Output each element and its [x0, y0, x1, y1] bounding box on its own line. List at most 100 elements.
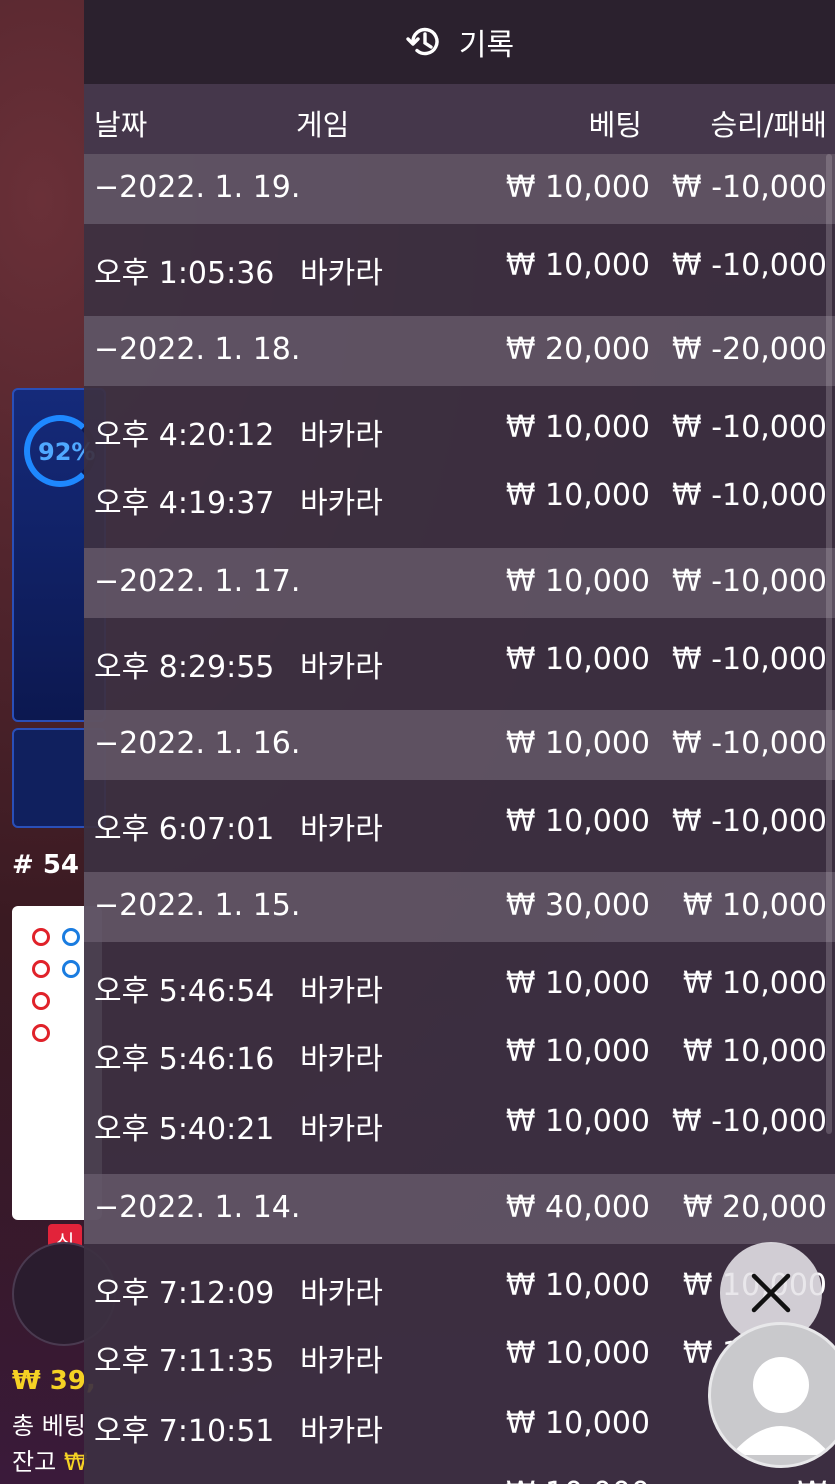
remaining-label: 잔고 ₩	[12, 1442, 88, 1477]
bet-amount: ₩ 10,000	[505, 248, 650, 283]
result-amount: ₩ 10,000	[682, 966, 827, 1001]
bet-amount: ₩ 10,000	[505, 966, 650, 1001]
result-amount: ₩ -10,000	[672, 1104, 827, 1139]
result-amount: ₩ -10,000	[672, 248, 827, 283]
game-label: 바카라	[300, 256, 383, 291]
column-date: 날짜	[94, 108, 148, 142]
history-row[interactable]: 오후 8:29:55 바카라 ₩ 10,000 ₩ -10,000	[84, 618, 835, 710]
time-label: 오후 1:05:36	[94, 256, 275, 291]
road-circle-red	[32, 1024, 50, 1042]
road-circle-red	[32, 960, 50, 978]
result-amount: ₩ -10,000	[672, 564, 827, 599]
history-row[interactable]: 오후 5:46:54 바카라 ₩ 10,000 ₩ 10,000	[84, 942, 835, 1022]
time-label: 오후 8:29:55	[94, 650, 275, 685]
time-label: 오후 7:12:09	[94, 1276, 275, 1311]
column-bet: 베팅	[588, 108, 642, 142]
road-circle-red	[32, 992, 50, 1010]
date-label: −2022. 1. 18.	[94, 332, 301, 367]
game-label: 바카라	[300, 1042, 383, 1077]
remaining-prefix: 잔고	[12, 1448, 57, 1476]
game-label: 바카라	[300, 486, 383, 521]
history-row[interactable]: 오후 7:10:14 바카라 ₩ 10,000 ₩	[84, 1464, 835, 1484]
history-row[interactable]: 오후 5:40:21 바카라 ₩ 10,000 ₩ -10,000	[84, 1092, 835, 1174]
bet-amount: ₩ 10,000	[506, 1476, 650, 1484]
date-group-row[interactable]: −2022. 1. 14. ₩ 40,000 ₩ 20,000	[84, 1174, 835, 1244]
column-result: 승리/패배	[710, 108, 828, 142]
time-label: 오후 4:20:12	[94, 418, 275, 453]
scrollbar[interactable]	[826, 154, 832, 1134]
bet-amount: ₩ 30,000	[505, 888, 650, 923]
time-label: 오후 4:19:37	[94, 486, 275, 521]
column-game: 게임	[296, 108, 350, 142]
result-amount: ₩ 10,000	[682, 888, 827, 923]
game-label: 바카라	[300, 974, 383, 1009]
history-row[interactable]: 오후 4:20:12 바카라 ₩ 10,000 ₩ -10,000	[84, 386, 835, 466]
date-label: −2022. 1. 16.	[94, 726, 301, 761]
result-amount: ₩	[797, 1476, 827, 1484]
time-label: 오후 5:46:54	[94, 974, 275, 1009]
result-amount: ₩ -10,000	[672, 170, 827, 205]
road-circle-blue	[62, 960, 80, 978]
result-amount: ₩ -10,000	[672, 478, 827, 513]
bet-amount: ₩ 10,000	[505, 1034, 650, 1069]
column-header: 날짜 게임 베팅 승리/패배	[84, 84, 835, 154]
date-group-row[interactable]: −2022. 1. 18. ₩ 20,000 ₩ -20,000	[84, 316, 835, 386]
panel-title: 기록	[458, 28, 515, 63]
road-circle-blue	[62, 928, 80, 946]
result-amount: ₩ -10,000	[672, 726, 827, 761]
result-amount: ₩ 20,000	[682, 1190, 827, 1225]
bet-amount: ₩ 40,000	[505, 1190, 650, 1225]
history-row[interactable]: 오후 1:05:36 바카라 ₩ 10,000 ₩ -10,000	[84, 224, 835, 316]
date-group-row[interactable]: −2022. 1. 17. ₩ 10,000 ₩ -10,000	[84, 548, 835, 618]
result-amount: ₩ -20,000	[672, 332, 827, 367]
panel-header: 기록	[84, 0, 835, 84]
result-amount: ₩ -10,000	[672, 410, 827, 445]
date-label: −2022. 1. 14.	[94, 1190, 301, 1225]
game-label: 바카라	[300, 650, 383, 685]
bet-amount: ₩ 10,000	[505, 1268, 650, 1303]
bet-amount: ₩ 10,000	[505, 564, 650, 599]
bet-amount: ₩ 10,000	[505, 170, 650, 205]
game-label: 바카라	[300, 812, 383, 847]
road-circle-red	[32, 928, 50, 946]
bet-amount: ₩ 10,000	[505, 1104, 650, 1139]
bet-amount: ₩ 10,000	[505, 478, 650, 513]
game-label: 바카라	[300, 1276, 383, 1311]
time-label: 오후 7:11:35	[94, 1344, 275, 1379]
person-icon	[731, 1357, 831, 1455]
total-bet-label: 총 베팅	[12, 1412, 86, 1440]
bet-amount: ₩ 20,000	[505, 332, 650, 367]
bet-amount: ₩ 10,000	[505, 1336, 650, 1371]
time-label: 오후 6:07:01	[94, 812, 275, 847]
time-label: 오후 5:40:21	[94, 1112, 275, 1147]
close-icon	[751, 1273, 791, 1313]
date-group-row[interactable]: −2022. 1. 19. ₩ 10,000 ₩ -10,000	[84, 154, 835, 224]
result-amount: ₩ -10,000	[672, 804, 827, 839]
game-label: 바카라	[300, 1112, 383, 1147]
time-label: 오후 7:10:14	[94, 1476, 274, 1484]
date-label: −2022. 1. 19.	[94, 170, 301, 205]
result-amount: ₩ 10,000	[682, 1034, 827, 1069]
history-row[interactable]: 오후 5:46:16 바카라 ₩ 10,000 ₩ 10,000	[84, 1022, 835, 1092]
game-label: 바카라	[300, 418, 383, 453]
bet-amount: ₩ 10,000	[505, 1406, 650, 1441]
date-group-row[interactable]: −2022. 1. 16. ₩ 10,000 ₩ -10,000	[84, 710, 835, 780]
history-icon	[406, 27, 439, 56]
round-label: # 54	[12, 850, 80, 880]
bet-amount: ₩ 10,000	[505, 642, 650, 677]
game-label: 바카라	[300, 1344, 383, 1379]
time-label: 오후 7:10:51	[94, 1414, 275, 1449]
game-label: 바카라	[300, 1476, 383, 1484]
bet-amount: ₩ 10,000	[505, 726, 650, 761]
time-label: 오후 5:46:16	[94, 1042, 275, 1077]
history-row[interactable]: 오후 4:19:37 바카라 ₩ 10,000 ₩ -10,000	[84, 466, 835, 548]
date-label: −2022. 1. 15.	[94, 888, 301, 923]
bet-amount: ₩ 10,000	[505, 410, 650, 445]
history-row[interactable]: 오후 6:07:01 바카라 ₩ 10,000 ₩ -10,000	[84, 780, 835, 872]
date-label: −2022. 1. 17.	[94, 564, 301, 599]
bet-amount: ₩ 10,000	[505, 804, 650, 839]
history-panel: 기록 날짜 게임 베팅 승리/패배 −2022. 1. 19. ₩ 10,000 ₩…	[84, 0, 835, 1484]
date-group-row[interactable]: −2022. 1. 15. ₩ 30,000 ₩ 10,000	[84, 872, 835, 942]
result-amount: ₩ -10,000	[672, 642, 827, 677]
game-label: 바카라	[300, 1414, 383, 1449]
